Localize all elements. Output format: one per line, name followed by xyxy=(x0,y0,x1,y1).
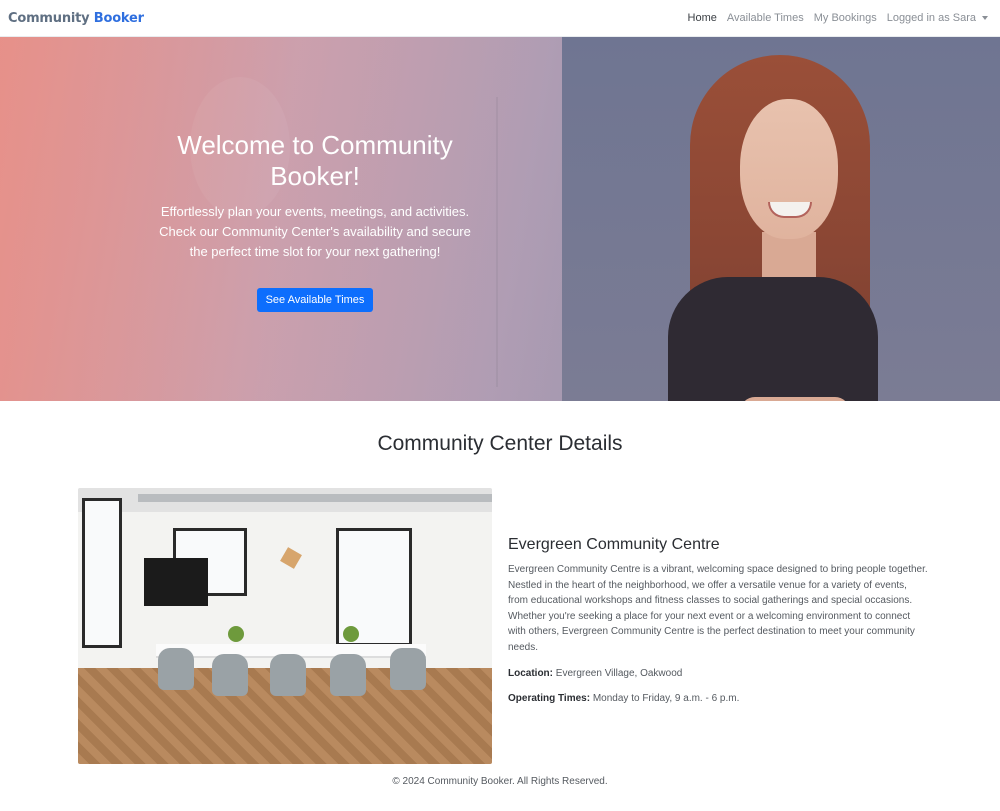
user-menu-toggle[interactable]: Logged in as Sara xyxy=(887,12,988,24)
brand-part-2: Booker xyxy=(93,10,144,26)
photo-window-left xyxy=(82,498,122,648)
hero-content: Welcome to Community Booker! Effortlessl… xyxy=(150,130,480,312)
photo-plant-2 xyxy=(343,626,359,642)
photo-chair xyxy=(158,648,194,690)
nav-link-my-bookings[interactable]: My Bookings xyxy=(814,12,877,24)
photo-duct xyxy=(138,494,492,502)
operating-times-label: Operating Times: xyxy=(508,693,591,705)
location-value: Evergreen Village, Oakwood xyxy=(555,667,683,679)
photo-tv xyxy=(144,558,208,606)
photo-plant-1 xyxy=(228,626,244,642)
section-title: Community Center Details xyxy=(377,432,623,455)
photo-chair xyxy=(270,654,306,696)
center-description: Evergreen Community Centre is a vibrant,… xyxy=(508,564,928,653)
center-info: Evergreen Community Centre Evergreen Com… xyxy=(508,536,928,717)
nav-link-available-times[interactable]: Available Times xyxy=(727,12,804,24)
hero-banner: Welcome to Community Booker! Effortlessl… xyxy=(0,37,1000,401)
hero-title: Welcome to Community Booker! xyxy=(177,130,453,191)
navbar: Community Booker Home Available Times My… xyxy=(0,0,1000,37)
brand-part-1: Community xyxy=(8,10,90,26)
hero-woman-top xyxy=(668,277,878,401)
brand-logo[interactable]: Community Booker xyxy=(8,11,144,26)
location-label: Location: xyxy=(508,667,553,679)
nav-link-home[interactable]: Home xyxy=(688,12,717,24)
photo-chair xyxy=(390,648,426,690)
footer-copyright: © 2024 Community Booker. All Rights Rese… xyxy=(392,776,608,787)
hero-woman-hands xyxy=(740,397,850,401)
user-menu-label: Logged in as Sara xyxy=(886,12,976,24)
footer: © 2024 Community Booker. All Rights Rese… xyxy=(0,776,1000,787)
hero-subtitle: Effortlessly plan your events, meetings,… xyxy=(159,204,471,259)
see-available-times-button[interactable]: See Available Times xyxy=(256,288,374,312)
community-center-photo xyxy=(78,488,492,764)
photo-chair xyxy=(330,654,366,696)
center-operating-times: Operating Times: Monday to Friday, 9 a.m… xyxy=(508,691,928,707)
photo-wall-clock xyxy=(280,547,302,569)
nav-links: Home Available Times My Bookings Logged … xyxy=(688,12,988,24)
photo-chair xyxy=(212,654,248,696)
chevron-down-icon xyxy=(982,16,988,21)
center-location: Location: Evergreen Village, Oakwood xyxy=(508,666,928,682)
center-name: Evergreen Community Centre xyxy=(508,536,720,553)
hero-woman-face xyxy=(740,99,838,239)
operating-times-value: Monday to Friday, 9 a.m. - 6 p.m. xyxy=(592,693,740,705)
